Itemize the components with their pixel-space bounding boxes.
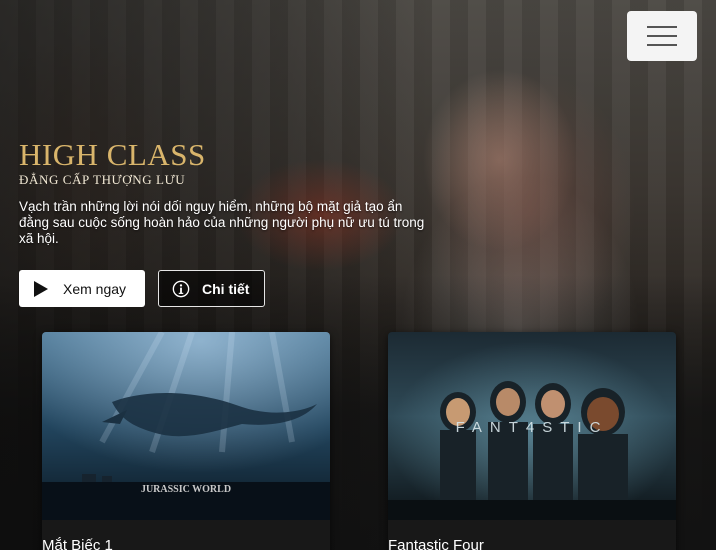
details-label: Chi tiết	[202, 280, 250, 297]
show-logo-title: HIGH CLASS	[19, 137, 206, 172]
hamburger-menu-icon-bar-3	[647, 44, 677, 46]
watch-now-label: Xem ngay	[63, 280, 127, 297]
info-icon	[172, 280, 190, 297]
movie-poster[interactable]: FANT4STIC	[388, 332, 676, 520]
poster-title-text: JURASSIC WORLD	[141, 484, 231, 495]
poster-title-text: FANT4STIC	[456, 419, 609, 436]
menu-button[interactable]	[627, 11, 697, 61]
movie-card-title[interactable]: Fantastic Four	[388, 537, 484, 550]
movie-card[interactable]: JURASSIC WORLD Mắt Biếc 1	[42, 332, 330, 550]
show-logo-subtitle: ĐẲNG CẤP THƯỢNG LƯU	[19, 172, 186, 187]
fantastic-four-poster-art: FANT4STIC	[388, 332, 676, 520]
hamburger-menu-icon-bar-2	[647, 35, 677, 37]
watch-now-button[interactable]: Xem ngay	[19, 270, 145, 307]
movie-card[interactable]: FANT4STIC Fantastic Four	[388, 332, 676, 550]
details-button[interactable]: Chi tiết	[158, 270, 265, 307]
movie-card-title[interactable]: Mắt Biếc 1	[42, 537, 113, 550]
show-logo: HIGH CLASS ĐẲNG CẤP THƯỢNG LƯU	[19, 138, 206, 188]
hamburger-menu-icon	[647, 26, 677, 28]
jurassic-world-poster-art: JURASSIC WORLD	[42, 332, 330, 520]
show-description: Vạch trần những lời nói dối nguy hiểm, n…	[19, 199, 425, 246]
play-icon	[34, 280, 48, 297]
hero-banner: HIGH CLASS ĐẲNG CẤP THƯỢNG LƯU Vạch trần…	[0, 0, 716, 550]
movie-poster[interactable]: JURASSIC WORLD	[42, 332, 330, 520]
